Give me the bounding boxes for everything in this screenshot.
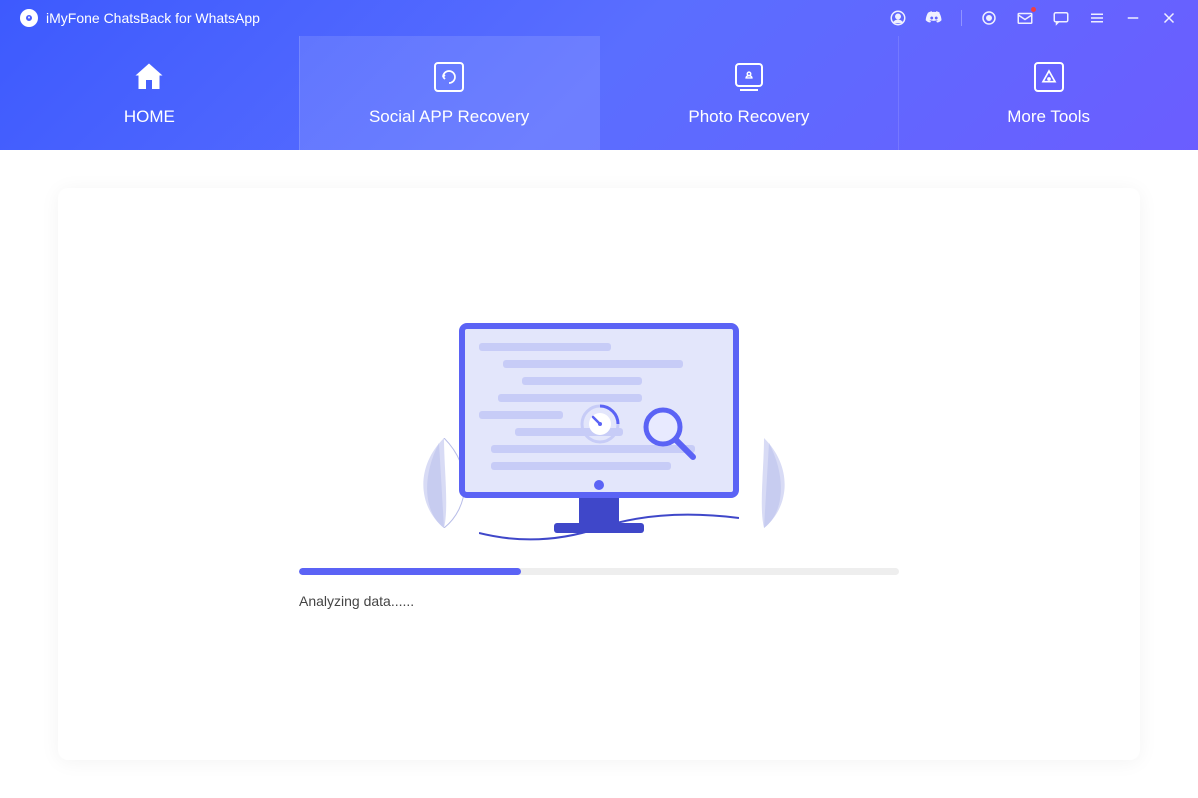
nav-tabs: HOME Social APP Recovery Photo Recovery xyxy=(0,36,1198,150)
titlebar-left: iMyFone ChatsBack for WhatsApp xyxy=(20,9,260,27)
magnifier-icon xyxy=(639,403,699,463)
tab-label: HOME xyxy=(124,107,175,127)
tab-social-app-recovery[interactable]: Social APP Recovery xyxy=(299,36,599,150)
progress-section: Analyzing data...... xyxy=(299,568,899,609)
minimize-icon[interactable] xyxy=(1124,9,1142,27)
content-area: Analyzing data...... xyxy=(0,150,1198,798)
close-icon[interactable] xyxy=(1160,9,1178,27)
tab-label: More Tools xyxy=(1007,107,1090,127)
tab-photo-recovery[interactable]: Photo Recovery xyxy=(599,36,899,150)
target-icon[interactable] xyxy=(980,9,998,27)
notification-dot xyxy=(1031,7,1036,12)
tab-home[interactable]: HOME xyxy=(0,36,299,150)
chat-icon[interactable] xyxy=(1052,9,1070,27)
menu-icon[interactable] xyxy=(1088,9,1106,27)
tab-more-tools[interactable]: More Tools xyxy=(898,36,1198,150)
progress-fill xyxy=(299,568,521,575)
home-icon xyxy=(131,59,167,95)
status-text: Analyzing data...... xyxy=(299,593,899,609)
app-title: iMyFone ChatsBack for WhatsApp xyxy=(46,10,260,26)
discord-icon[interactable] xyxy=(925,9,943,27)
headset-icon[interactable] xyxy=(889,9,907,27)
refresh-icon xyxy=(431,59,467,95)
analyzing-illustration xyxy=(399,308,799,538)
progress-bar xyxy=(299,568,899,575)
separator xyxy=(961,10,962,26)
mail-icon[interactable] xyxy=(1016,9,1034,27)
main-card: Analyzing data...... xyxy=(58,188,1140,760)
gauge-icon xyxy=(579,403,621,445)
titlebar: iMyFone ChatsBack for WhatsApp xyxy=(0,0,1198,36)
tab-label: Social APP Recovery xyxy=(369,107,529,127)
tab-label: Photo Recovery xyxy=(688,107,809,127)
tools-icon xyxy=(1031,59,1067,95)
app-logo-icon xyxy=(20,9,38,27)
photo-icon xyxy=(731,59,767,95)
titlebar-right xyxy=(889,9,1178,27)
